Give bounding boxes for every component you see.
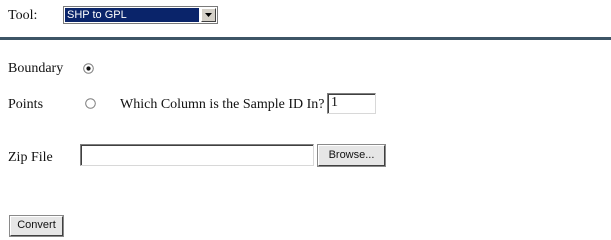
boundary-radio[interactable] [83, 63, 94, 74]
sample-id-question: Which Column is the Sample ID In? [120, 97, 325, 112]
tool-select-value: SHP to GPL [65, 8, 199, 22]
divider [0, 37, 611, 40]
zip-file-input[interactable] [80, 144, 314, 166]
boundary-label: Boundary [8, 61, 64, 76]
tool-select[interactable]: SHP to GPL [63, 6, 218, 24]
chevron-down-icon [205, 13, 212, 17]
tool-select-dropdown-button[interactable] [201, 8, 216, 22]
sample-id-input[interactable]: 1 [327, 93, 376, 114]
zip-file-label: Zip File [8, 150, 53, 165]
points-label: Points [8, 97, 44, 112]
points-radio[interactable] [85, 98, 96, 109]
browse-button[interactable]: Browse... [318, 145, 385, 166]
convert-button[interactable]: Convert [10, 216, 63, 236]
tool-label: Tool: [8, 8, 38, 23]
